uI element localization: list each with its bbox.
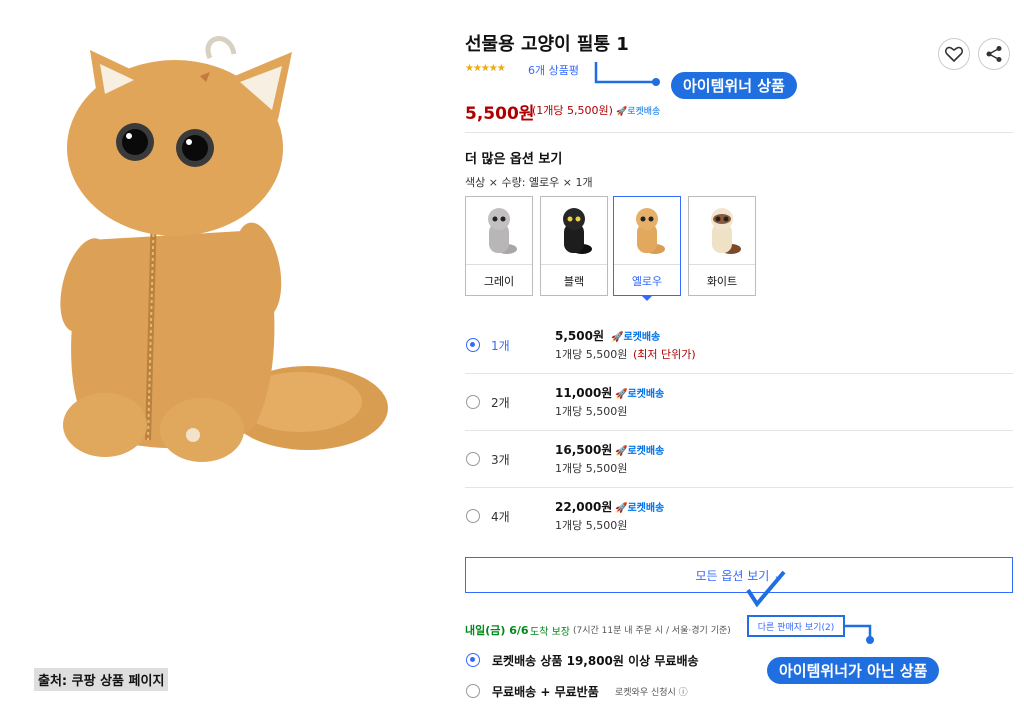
quantity-label: 3개: [491, 453, 510, 467]
shipping-option-rocket[interactable]: 로켓배송 상품 19,800원 이상 무료배송: [465, 651, 765, 671]
color-thumbnail: [689, 197, 755, 265]
delivery-guarantee: 도착 보장: [530, 627, 570, 638]
color-option-black[interactable]: 블랙: [540, 196, 608, 296]
radio-selected-icon[interactable]: [466, 653, 480, 667]
quantity-label: 1개: [491, 339, 510, 353]
color-option-label: 옐로우: [631, 274, 663, 288]
color-option-label: 화이트: [706, 274, 738, 288]
product-image: [30, 30, 390, 470]
quantity-option-2[interactable]: 2개 11,000원 🚀로켓배송 1개당 5,500원: [465, 374, 1013, 431]
review-count-link[interactable]: 6개 상품평: [528, 62, 579, 78]
color-option-label: 블랙: [563, 274, 585, 288]
wishlist-button[interactable]: [938, 38, 970, 70]
quantity-unit-price: 1개당 5,500원: [555, 462, 628, 475]
delivery-date: 내일(금) 6/6: [465, 624, 529, 637]
rocket-delivery-badge: 🚀로켓배송: [616, 107, 661, 117]
quantity-label: 4개: [491, 510, 510, 524]
all-options-button[interactable]: 모든 옵션 보기 ⌄: [465, 557, 1013, 593]
source-caption: 출처: 쿠팡 상품 페이지: [34, 668, 169, 691]
radio-icon[interactable]: [466, 452, 480, 466]
quantity-unit-price: 1개당 5,500원: [555, 348, 628, 361]
sale-price: 5,500원: [465, 104, 535, 124]
quantity-unit-price: 1개당 5,500원: [555, 405, 628, 418]
quantity-total: 22,000원: [555, 500, 613, 514]
quantity-total: 16,500원: [555, 443, 613, 457]
shipping-option-label: 무료배송 + 무료반품: [492, 685, 599, 699]
not-item-winner-callout: 아이템위너가 아닌 상품: [767, 657, 940, 684]
delivery-cutoff-note: (7시간 11분 내 주문 시 / 서울⋅경기 기준): [573, 626, 731, 636]
color-option-yellow[interactable]: 옐로우: [613, 196, 681, 296]
product-title: 선물용 고양이 필통 1: [465, 34, 629, 55]
color-option-label: 그레이: [483, 274, 515, 288]
color-option-gray[interactable]: 그레이: [465, 196, 533, 296]
radio-icon[interactable]: [466, 509, 480, 523]
quantity-total: 5,500원: [555, 329, 604, 343]
rocket-delivery-badge: 🚀로켓배송: [615, 503, 665, 514]
radio-icon[interactable]: [466, 395, 480, 409]
color-thumbnail: [541, 197, 607, 265]
rocket-delivery-badge: 🚀로켓배송: [615, 389, 665, 400]
cat-pencil-case-illustration: [60, 36, 388, 462]
more-options-heading: 더 많은 옵션 보기: [465, 152, 563, 167]
quantity-unit-price: 1개당 5,500원: [555, 519, 628, 532]
item-winner-callout: 아이템위너 상품: [671, 72, 797, 99]
share-button[interactable]: [978, 38, 1010, 70]
radio-selected-icon[interactable]: [466, 338, 480, 352]
rating-stars: ★★★★★: [465, 63, 506, 74]
rocket-delivery-badge: 🚀로켓배송: [611, 332, 661, 343]
lowest-unit-price-note: (최저 단위가): [633, 348, 696, 361]
color-thumbnail: [466, 197, 532, 265]
heart-icon: [945, 46, 963, 62]
shipping-option-label: 로켓배송 상품 19,800원 이상 무료배송: [492, 654, 699, 668]
divider: [465, 132, 1013, 133]
shipping-option-free[interactable]: 무료배송 + 무료반품 로켓와우 신청시 ⓘ: [465, 682, 765, 702]
quantity-option-4[interactable]: 4개 22,000원 🚀로켓배송 1개당 5,500원: [465, 488, 1013, 545]
selection-summary: 색상 × 수량: 옐로우 × 1개: [465, 176, 593, 189]
quantity-total: 11,000원: [555, 386, 613, 400]
unit-price: (1개당 5,500원): [532, 104, 613, 117]
all-options-label: 모든 옵션 보기: [695, 568, 770, 583]
quantity-option-1[interactable]: 1개 5,500원 🚀로켓배송 1개당 5,500원 (최저 단위가): [465, 317, 1013, 374]
radio-icon[interactable]: [466, 684, 480, 698]
quantity-label: 2개: [491, 396, 510, 410]
share-icon: [986, 46, 1002, 62]
color-option-white[interactable]: 화이트: [688, 196, 756, 296]
color-thumbnail: [614, 197, 680, 265]
other-sellers-button[interactable]: 다른 판매자 보기(2): [747, 615, 845, 637]
chevron-down-icon: ⌄: [773, 568, 783, 582]
rocket-delivery-badge: 🚀로켓배송: [615, 446, 665, 457]
selected-pointer-icon: [641, 295, 653, 301]
shipping-option-sub: 로켓와우 신청시 ⓘ: [615, 688, 688, 698]
quantity-option-3[interactable]: 3개 16,500원 🚀로켓배송 1개당 5,500원: [465, 431, 1013, 488]
